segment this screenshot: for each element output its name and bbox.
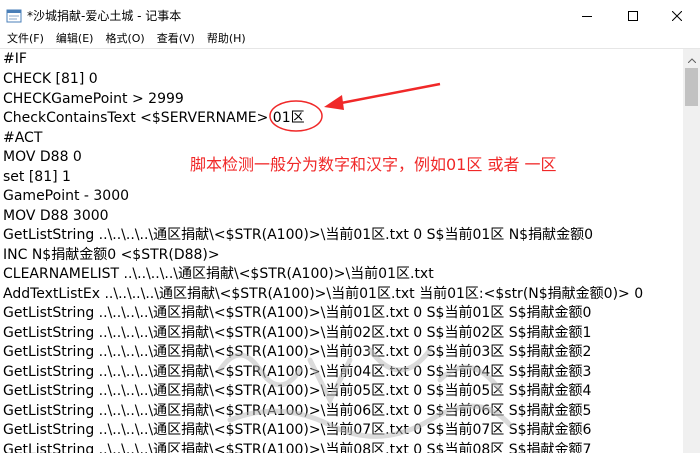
minimize-button[interactable]	[564, 0, 610, 30]
maximize-icon	[628, 6, 638, 25]
maximize-button[interactable]	[610, 0, 656, 30]
text-line: CHECK [81] 0	[3, 71, 98, 87]
close-button[interactable]	[654, 0, 700, 30]
text-editor[interactable]: #IF CHECK [81] 0 CHECKGamePoint > 2999 C…	[0, 49, 683, 453]
menu-bar: 文件(F) 编辑(E) 格式(O) 查看(V) 帮助(H)	[0, 30, 700, 48]
text-line: set [81] 1	[3, 169, 71, 185]
text-line: MOV D88 0	[3, 149, 82, 165]
chevron-up-icon	[687, 48, 696, 67]
text-line: GetListString ..\..\..\..\通区捐献\<$STR(A10…	[3, 383, 592, 399]
menu-help[interactable]: 帮助(H)	[201, 30, 252, 48]
text-line: GetListString ..\..\..\..\通区捐献\<$STR(A10…	[3, 442, 592, 453]
window-title: *沙城捐献-爱心土城 - 记事本	[27, 9, 182, 23]
menu-edit[interactable]: 编辑(E)	[50, 30, 100, 48]
text-line: GetListString ..\..\..\..\通区捐献\<$STR(A10…	[3, 305, 592, 321]
notepad-window: *沙城捐献-爱心土城 - 记事本 文件(F) 编辑(E) 格式(O) 查看(V)…	[0, 0, 700, 453]
text-line: GetListString ..\..\..\..\通区捐献\<$STR(A10…	[3, 325, 592, 341]
annotation-text: 脚本检测一般分为数字和汉字，例如01区 或者 一区	[190, 155, 557, 174]
menu-view[interactable]: 查看(V)	[151, 30, 201, 48]
menu-file[interactable]: 文件(F)	[1, 30, 50, 48]
text-line: MOV D88 3000	[3, 208, 109, 224]
text-line: CHECKGamePoint > 2999	[3, 91, 184, 107]
text-line: #IF	[3, 51, 27, 67]
text-line: CheckContainsText <$SERVERNAME> 01区	[3, 110, 305, 126]
text-line: GetListString ..\..\..\..\通区捐献\<$STR(A10…	[3, 403, 592, 419]
vertical-scrollbar[interactable]	[683, 49, 700, 453]
text-line: GetListString ..\..\..\..\通区捐献\<$STR(A10…	[3, 344, 592, 360]
text-line: CLEARNAMELIST ..\..\..\..\通区捐献\<$STR(A10…	[3, 266, 434, 282]
text-line: GetListString ..\..\..\..\通区捐献\<$STR(A10…	[3, 227, 593, 243]
text-line: #ACT	[3, 130, 43, 146]
scroll-up-button[interactable]	[683, 49, 700, 66]
title-bar[interactable]: *沙城捐献-爱心土城 - 记事本	[0, 0, 700, 30]
text-line: GetListString ..\..\..\..\通区捐献\<$STR(A10…	[3, 422, 592, 438]
menu-format[interactable]: 格式(O)	[99, 30, 150, 48]
text-line: GetListString ..\..\..\..\通区捐献\<$STR(A10…	[3, 364, 592, 380]
text-line: INC N$捐献金额0 <$STR(D88)>	[3, 247, 220, 263]
notepad-icon	[6, 8, 22, 23]
minimize-icon	[582, 6, 592, 25]
text-line: AddTextListEx ..\..\..\..\通区捐献\<$STR(A10…	[3, 286, 644, 302]
close-icon	[671, 6, 683, 25]
scroll-thumb[interactable]	[685, 68, 698, 106]
text-line: GamePoint - 3000	[3, 188, 130, 204]
